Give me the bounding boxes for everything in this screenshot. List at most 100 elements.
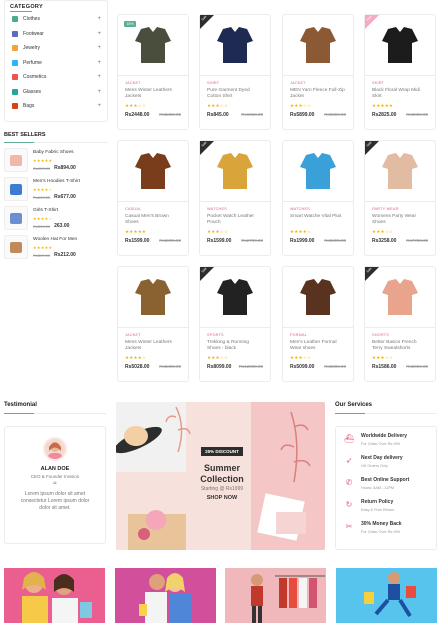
product-image[interactable]: Sale <box>200 140 270 201</box>
product-card[interactable]: 15% JACKET Mens Winter Leathers Jackets ★★★… <box>117 14 189 130</box>
best-sellers-panel: BEST SELLERS Baby Fabric Shoes ★★★★★ Rs500… <box>4 132 108 264</box>
product-name[interactable]: Men's Leather Formal Wear shoes <box>290 340 346 352</box>
glasses-icon <box>12 88 18 95</box>
expand-icon[interactable]: + <box>97 16 101 22</box>
product-name[interactable]: Better Basics French Terry Sweatshorts <box>372 340 428 352</box>
category-item-label: Footwear <box>23 30 44 37</box>
product-category[interactable]: SHIRT <box>207 81 263 85</box>
product-image[interactable] <box>283 267 353 327</box>
product-card[interactable]: JACKET MEN Yarn Fleece Full-Zip Jacket ★★★… <box>282 14 354 130</box>
promo-image-3[interactable] <box>225 568 326 623</box>
best-seller-item[interactable]: Baby Fabric Shoes ★★★★★ Rs500.00 Rs894.00 <box>4 148 108 177</box>
product-thumbnail[interactable] <box>4 177 28 201</box>
category-item-bags[interactable]: Bags + <box>5 99 107 114</box>
category-item-glasses[interactable]: Glasses + <box>5 85 107 100</box>
product-image[interactable]: Sale <box>200 266 270 327</box>
product-category[interactable]: WATCHES <box>207 207 263 211</box>
rating-stars: ★★★☆☆ <box>290 355 312 360</box>
product-category[interactable]: JACKET <box>290 81 346 85</box>
product-image[interactable] <box>118 267 188 327</box>
category-item-clothes[interactable]: Clothes + <box>5 12 107 27</box>
product-category[interactable]: JACKET <box>125 81 181 85</box>
promo-image-2[interactable] <box>115 568 216 623</box>
product-category[interactable]: PARTY WEAR <box>372 207 428 211</box>
service-subtitle: Easy & Free Return <box>361 508 395 512</box>
product-category[interactable]: WATCHES <box>290 207 346 211</box>
product-thumbnail[interactable] <box>4 148 28 172</box>
old-price: Rs3899.00 <box>406 112 428 117</box>
product-name[interactable]: Smart Watche Vital Plus <box>290 214 346 226</box>
category-item-footwear[interactable]: Footwear + <box>5 27 107 42</box>
services-header: Our Services <box>335 402 437 414</box>
product-category[interactable]: CASUAL <box>125 207 181 211</box>
product-card[interactable]: FORMAL Men's Leather Formal Wear shoes ★★★… <box>282 266 354 382</box>
product-name[interactable]: Womens Party Wear Shoes <box>372 214 428 226</box>
product-name[interactable]: Pocket Watch Leather Pouch <box>207 214 263 226</box>
product-image[interactable]: Sale <box>365 140 435 201</box>
testimonial-role: CEO & Founder Invision <box>30 474 80 479</box>
service-subtitle: For Order Over Rs.999 <box>361 530 400 534</box>
category-item-cosmetics[interactable]: Cosmetics + <box>5 70 107 85</box>
rating-stars: ★★★★★ <box>33 245 53 250</box>
product-card[interactable]: WATCHES Smart Watche Vital Plus ★★★★☆ Rs199… <box>282 140 354 256</box>
promo-image-1[interactable] <box>4 568 105 623</box>
expand-icon[interactable]: + <box>97 89 101 95</box>
service-item: ✂ 30% Money Back For Order Over Rs.999 <box>344 521 436 543</box>
promo-banner[interactable]: 25% DISCOUNT Summer Collection Starting … <box>116 402 325 550</box>
best-seller-name[interactable]: Men's Hoodies T-Shirt <box>33 179 80 184</box>
product-image[interactable]: Sale <box>200 14 270 75</box>
product-card[interactable]: Sale SHIRT Pure Garment Dyed Cotton Shirt ★… <box>199 14 271 130</box>
expand-icon[interactable]: + <box>97 74 101 80</box>
product-card[interactable]: Sale PARTY WEAR Womens Party Wear Shoes ★★★… <box>364 140 436 256</box>
service-subtitle: Hours: 8AM - 11PM <box>361 486 395 490</box>
rating-stars: ★★★★☆ <box>33 216 53 221</box>
rating-stars: ★★★★★ <box>33 158 53 163</box>
expand-icon[interactable]: + <box>97 45 101 51</box>
banner-subtitle: Starting @ Rs1999 <box>200 486 244 492</box>
best-seller-item[interactable]: Men's Hoodies T-Shirt ★★★★☆ Rs800.00 Rs677.… <box>4 177 108 206</box>
services-panel: ⛴ Worldwide Delivery For Order Over Rs.999… <box>335 426 437 550</box>
product-name[interactable]: Black Floral Wrap Midi Skirt <box>372 88 428 100</box>
product-image[interactable] <box>283 141 353 201</box>
return-icon: ↻ <box>345 500 353 509</box>
product-name[interactable]: Casual Men's Brown Shoes <box>125 214 181 226</box>
product-name[interactable]: Pure Garment Dyed Cotton Shirt <box>207 88 263 100</box>
product-name[interactable]: MEN Yarn Fleece Full-Zip Jacket <box>290 88 346 100</box>
category-item-jewelry[interactable]: Jewelry + <box>5 41 107 56</box>
expand-icon[interactable]: + <box>97 103 101 109</box>
product-category[interactable]: SKIRT <box>372 81 428 85</box>
product-card[interactable]: JACKET Mens Winter Leathers Jackets ★★★★☆ R… <box>117 266 189 382</box>
product-image[interactable] <box>118 141 188 201</box>
product-card[interactable]: CASUAL Casual Men's Brown Shoes ★★★★★ Rs159… <box>117 140 189 256</box>
product-category[interactable]: FORMAL <box>290 333 346 337</box>
product-thumbnail[interactable] <box>4 206 28 230</box>
product-name[interactable]: Mens Winter Leathers Jackets <box>125 88 181 100</box>
product-thumbnail[interactable] <box>4 235 28 259</box>
product-name[interactable]: Trekking & Running Shoes - black <box>207 340 263 352</box>
product-card[interactable]: Sale SPORTS Trekking & Running Shoes - bla… <box>199 266 271 382</box>
promo-image-4[interactable] <box>336 568 437 623</box>
best-seller-item[interactable]: Woolen Hat For Men ★★★★★ Rs500.00 Rs212.00 <box>4 235 108 264</box>
old-price: Rs12000.00 <box>238 364 263 369</box>
product-card[interactable]: Sale SHORTS Better Basics French Terry Swe… <box>364 266 436 382</box>
old-price: Rs300.00 <box>33 223 51 229</box>
product-name[interactable]: Mens Winter Leathers Jackets <box>125 340 181 352</box>
product-category[interactable]: SHORTS <box>372 333 428 337</box>
perfume-icon <box>12 59 18 66</box>
best-seller-name[interactable]: Woolen Hat For Men <box>33 237 77 242</box>
best-seller-name[interactable]: Baby Fabric Shoes <box>33 150 76 155</box>
product-card[interactable]: New SKIRT Black Floral Wrap Midi Skirt ★★★★… <box>364 14 436 130</box>
category-item-perfume[interactable]: Perfume + <box>5 56 107 71</box>
product-image[interactable]: New <box>365 14 435 75</box>
best-seller-item[interactable]: Girls T-Shirt ★★★★☆ Rs300.00 263.00 <box>4 206 108 235</box>
product-card[interactable]: Sale WATCHES Pocket Watch Leather Pouch ★★★… <box>199 140 271 256</box>
product-category[interactable]: SPORTS <box>207 333 263 337</box>
expand-icon[interactable]: + <box>97 60 101 66</box>
product-image[interactable] <box>283 15 353 75</box>
expand-icon[interactable]: + <box>97 31 101 37</box>
product-category[interactable]: JACKET <box>125 333 181 337</box>
shop-now-button[interactable]: SHOP NOW <box>186 495 258 501</box>
product-image[interactable]: 15% <box>118 15 188 75</box>
product-image[interactable]: Sale <box>365 266 435 327</box>
best-seller-name[interactable]: Girls T-Shirt <box>33 208 69 213</box>
